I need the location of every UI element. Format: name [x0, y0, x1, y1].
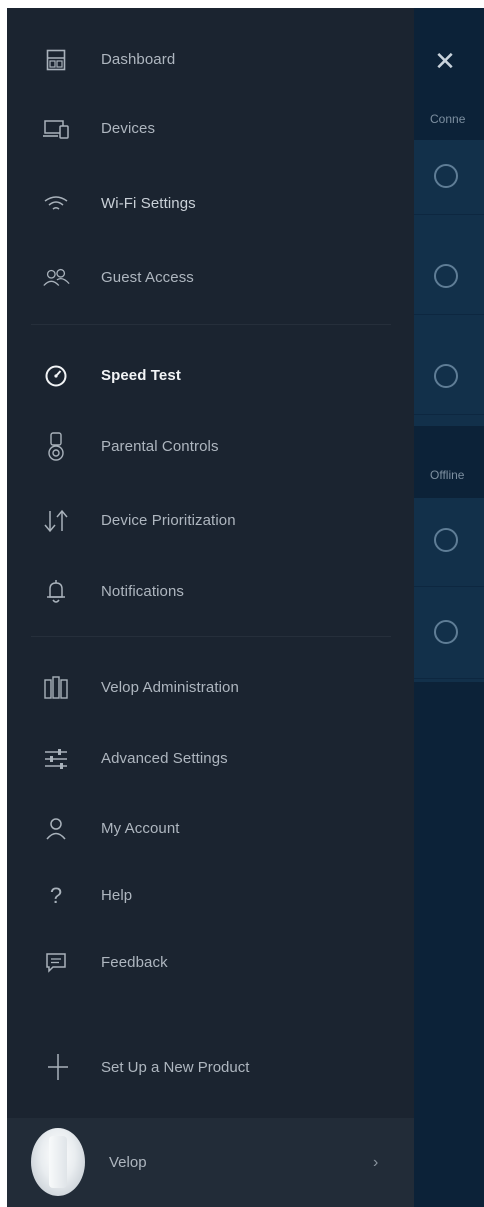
- menu-item-speed-test[interactable]: Speed Test: [7, 348, 414, 404]
- menu-item-feedback[interactable]: Feedback: [7, 935, 414, 991]
- menu-item-devices[interactable]: Devices: [7, 101, 414, 157]
- device-row[interactable]: [414, 140, 484, 215]
- navigation-drawer: Dashboard Devices Wi-Fi Settings Guest A…: [7, 8, 414, 1207]
- velop-node-selector[interactable]: Velop ›: [7, 1118, 414, 1207]
- device-row[interactable]: [414, 498, 484, 587]
- person-icon: [41, 814, 71, 844]
- menu-item-parental-controls[interactable]: Parental Controls: [7, 419, 414, 475]
- menu-item-velop-administration[interactable]: Velop Administration: [7, 660, 414, 716]
- setup-new-product-label: Set Up a New Product: [101, 1059, 250, 1076]
- devices-icon: [41, 114, 71, 144]
- parental-controls-icon: [41, 432, 71, 462]
- menu-item-wifi-settings[interactable]: Wi-Fi Settings: [7, 176, 414, 232]
- plus-icon: [45, 1052, 75, 1082]
- menu-item-notifications[interactable]: Notifications: [7, 564, 414, 620]
- velop-node-label: Velop: [109, 1154, 147, 1171]
- menu-item-label: Velop Administration: [101, 679, 239, 696]
- device-status-icon: [434, 620, 458, 644]
- menu-divider: [31, 636, 391, 637]
- menu-item-label: Wi-Fi Settings: [101, 195, 196, 212]
- app-screen: ✕ Conne Offline Dashboard Devices Wi-Fi …: [7, 8, 484, 1207]
- velop-node-image: [31, 1128, 85, 1196]
- offline-section-header: Offline: [430, 468, 465, 482]
- background-devices-panel: ✕ Conne Offline: [414, 8, 484, 1207]
- menu-item-my-account[interactable]: My Account: [7, 801, 414, 857]
- bell-icon: [41, 577, 71, 607]
- device-status-icon: [434, 164, 458, 188]
- device-row[interactable]: [414, 240, 484, 315]
- offline-devices-group: [414, 498, 484, 682]
- speedometer-icon: [41, 361, 71, 391]
- menu-item-label: Speed Test: [101, 367, 181, 384]
- close-icon[interactable]: ✕: [432, 48, 458, 74]
- device-status-icon: [434, 264, 458, 288]
- velop-admin-icon: [41, 673, 71, 703]
- question-icon: ?: [49, 883, 63, 908]
- device-row[interactable]: [414, 590, 484, 679]
- menu-item-label: Notifications: [101, 583, 185, 600]
- menu-item-label: Device Prioritization: [101, 512, 236, 529]
- device-status-icon: [434, 528, 458, 552]
- menu-item-label: Advanced Settings: [101, 750, 228, 767]
- menu-item-guest-access[interactable]: Guest Access: [7, 250, 414, 306]
- menu-item-help[interactable]: ? Help: [7, 868, 414, 924]
- dashboard-icon: [41, 45, 71, 75]
- menu-item-advanced-settings[interactable]: Advanced Settings: [7, 731, 414, 787]
- wifi-icon: [41, 189, 71, 219]
- menu-item-label: My Account: [101, 820, 180, 837]
- menu-item-label: Feedback: [101, 954, 168, 971]
- connected-devices-group: [414, 140, 484, 426]
- menu-item-label: Dashboard: [101, 51, 176, 68]
- connected-section-header: Conne: [430, 112, 466, 126]
- menu-item-label: Help: [101, 887, 133, 904]
- menu-item-dashboard[interactable]: Dashboard: [7, 32, 414, 88]
- sliders-icon: [41, 744, 71, 774]
- device-status-icon: [434, 364, 458, 388]
- menu-item-label: Guest Access: [101, 269, 194, 286]
- feedback-icon: [41, 948, 71, 978]
- guest-access-icon: [41, 263, 71, 293]
- menu-item-device-prioritization[interactable]: Device Prioritization: [7, 493, 414, 549]
- prioritization-arrows-icon: [41, 506, 71, 536]
- chevron-right-icon: ›: [373, 1154, 379, 1171]
- device-row[interactable]: [414, 340, 484, 415]
- menu-item-label: Devices: [101, 120, 156, 137]
- menu-divider: [31, 324, 391, 325]
- setup-new-product-button[interactable]: Set Up a New Product: [7, 1038, 414, 1098]
- menu-item-label: Parental Controls: [101, 438, 219, 455]
